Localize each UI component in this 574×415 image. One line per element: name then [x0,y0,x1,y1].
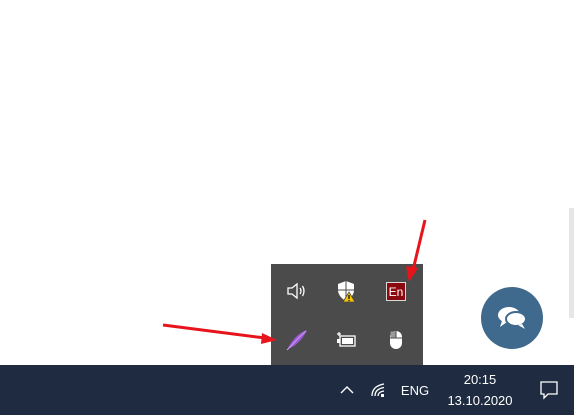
mouse-icon[interactable] [383,327,409,353]
show-hidden-icons-chevron-icon[interactable] [336,365,358,415]
scrollbar-edge[interactable] [569,208,574,318]
windows-security-warning-icon[interactable] [333,278,359,304]
clock-time: 20:15 [463,372,497,387]
language-indicator-label: En [386,281,406,301]
tray-overflow-popup: En [271,264,423,365]
battery-icon[interactable] [333,327,359,353]
clock-date: 13.10.2020 [447,393,513,408]
clock[interactable]: 20:15 13.10.2020 [440,365,520,415]
language-switcher[interactable]: ENG [396,365,434,415]
taskbar: ENG 20:15 13.10.2020 [0,365,574,415]
network-icon[interactable] [368,365,390,415]
action-center-icon[interactable] [532,365,566,415]
chat-bubbles-icon [498,307,527,329]
language-indicator-icon[interactable]: En [383,278,409,304]
desktop-page: En ENG 20:15 13.10.2020 [0,0,574,415]
purple-feather-icon[interactable] [284,327,310,353]
arrow-to-feather-icon [162,323,277,344]
speaker-icon[interactable] [284,278,310,304]
chat-button[interactable] [481,287,543,349]
